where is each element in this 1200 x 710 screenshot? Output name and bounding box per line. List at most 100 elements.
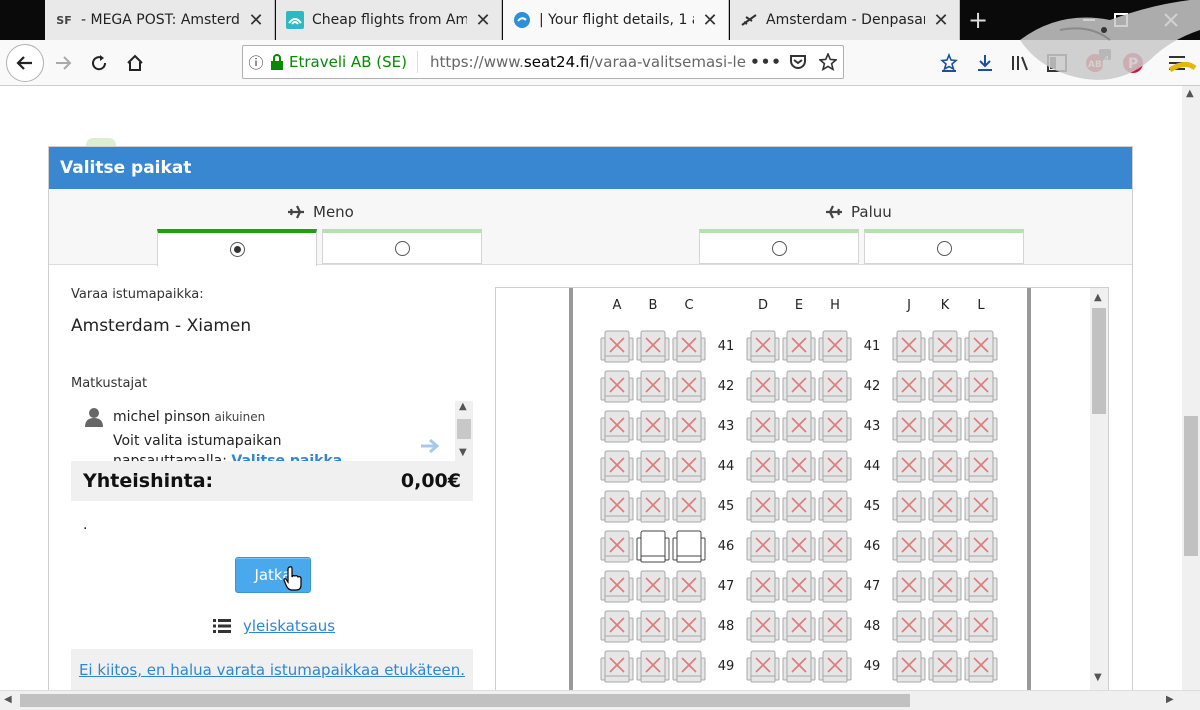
seat-unavailable <box>964 650 998 683</box>
total-label: Yhteishinta: <box>83 470 214 492</box>
seat-unavailable <box>818 330 852 363</box>
decline-seat-link[interactable]: Ei kiitos, en halua varata istumapaikkaa… <box>79 661 465 679</box>
seat-row-number: 48 <box>863 619 881 634</box>
forward-button[interactable] <box>46 46 80 80</box>
close-icon[interactable]: ✕ <box>702 10 718 31</box>
browser-tab[interactable]: Cheap flights from Amsterdam ✕ <box>276 0 502 40</box>
seat-unavailable <box>964 570 998 603</box>
arrow-right-icon[interactable] <box>419 437 441 459</box>
decline-box: Ei kiitos, en halua varata istumapaikkaa… <box>71 649 473 690</box>
outbound-segment-2-tab[interactable] <box>322 229 482 264</box>
seat-unavailable <box>746 410 780 443</box>
close-icon[interactable]: ✕ <box>248 10 264 31</box>
seat-unavailable <box>964 490 998 523</box>
seat-available[interactable] <box>636 530 670 564</box>
panel-title: Valitse paikat <box>49 147 1132 189</box>
outbound-segment-1-tab[interactable] <box>157 229 317 266</box>
info-icon[interactable]: ⓘ <box>243 52 269 73</box>
seat-unavailable <box>818 570 852 603</box>
reload-icon <box>92 55 107 71</box>
seat-unavailable <box>636 450 670 483</box>
seat-unavailable <box>928 530 962 563</box>
browser-tab[interactable]: SF - MEGA POST: Amsterdam ✕ <box>45 0 275 40</box>
segment-radio[interactable] <box>229 242 245 257</box>
seat-selection-panel: Valitse paikat Meno Paluu Varaa istumapa… <box>48 146 1133 690</box>
booking-details: Varaa istumapaikka: Amsterdam - Xiamen M… <box>71 287 475 690</box>
segment-radio[interactable] <box>394 240 410 256</box>
scroll-up-icon[interactable]: ▲ <box>1094 292 1102 303</box>
download-icon[interactable] <box>972 50 998 76</box>
select-seat-link[interactable]: Valitse paikka <box>231 453 342 461</box>
seat-unavailable <box>782 650 816 683</box>
back-button[interactable] <box>6 44 44 82</box>
overview-link-row[interactable]: yleiskatsaus <box>213 617 335 635</box>
seat-row-number: 45 <box>863 499 881 514</box>
seat-available[interactable] <box>672 530 706 564</box>
bookmarks-star-icon[interactable] <box>936 50 962 76</box>
seat-column-letter: H <box>830 298 840 313</box>
seat-column-letter: A <box>612 298 622 313</box>
seat-unavailable <box>746 650 780 683</box>
site-identity[interactable]: Etraveli AB (SE) <box>285 51 418 73</box>
seat-row-number: 41 <box>717 339 735 354</box>
new-tab-button[interactable]: + <box>962 4 994 36</box>
seat-row-number: 43 <box>863 419 881 434</box>
page-horizontal-scrollbar[interactable]: ◀ ▶ <box>0 690 1200 710</box>
airplane-icon <box>826 205 842 219</box>
seat-unavailable <box>964 530 998 563</box>
close-icon[interactable]: ✕ <box>933 10 949 31</box>
seat-row-number: 44 <box>717 459 735 474</box>
close-icon[interactable]: ✕ <box>475 10 491 31</box>
address-bar[interactable]: ⓘ Etraveli AB (SE) https://www.seat24.fi… <box>242 45 844 79</box>
seat-unavailable <box>636 410 670 443</box>
seat-unavailable <box>600 330 634 363</box>
page-actions-icon[interactable]: ••• <box>749 53 783 71</box>
return-segment-2-tab[interactable] <box>864 229 1024 264</box>
seat-unavailable <box>672 610 706 643</box>
seat-unavailable <box>818 410 852 443</box>
seat-row-number: 42 <box>717 379 735 394</box>
seat-map: ▲ ▼ A B C D E H J K L 41 41 42 42 43 43 44 44 45 45 46 46 47 4… <box>495 287 1109 690</box>
seat-unavailable <box>782 370 816 403</box>
segment-radio[interactable] <box>771 240 787 256</box>
seat-unavailable <box>746 610 780 643</box>
book-seat-label: Varaa istumapaikka: <box>71 287 204 302</box>
seat-unavailable <box>892 370 926 403</box>
seat-unavailable <box>892 330 926 363</box>
seat-unavailable <box>818 650 852 683</box>
seat-unavailable <box>818 490 852 523</box>
wifi-plane-icon <box>286 11 304 29</box>
seat-unavailable <box>818 370 852 403</box>
bookmark-star-icon[interactable] <box>813 53 843 71</box>
total-price-bar: Yhteishinta: 0,00€ <box>71 461 473 501</box>
segment-radio[interactable] <box>936 240 952 256</box>
scroll-down-icon[interactable]: ▼ <box>1094 672 1102 683</box>
seat-column-letter: L <box>977 298 985 313</box>
reload-button[interactable] <box>82 46 116 80</box>
seat-unavailable <box>672 330 706 363</box>
lock-icon <box>269 54 285 70</box>
seat-unavailable <box>636 370 670 403</box>
seat-row-number: 42 <box>863 379 881 394</box>
route-title: Amsterdam - Xiamen <box>71 316 252 336</box>
seat-unavailable <box>636 330 670 363</box>
seat-map-scrollbar[interactable]: ▲ ▼ <box>1090 288 1108 690</box>
seat-row-number: 43 <box>717 419 735 434</box>
url-text[interactable]: https://www.seat24.fi/varaa-valitsemasi-… <box>418 53 749 71</box>
seat-unavailable <box>818 610 852 643</box>
traveller-list-scrollbar[interactable]: ▲ ▼ <box>455 401 473 461</box>
page-vertical-scrollbar[interactable]: ▲ <box>1182 86 1200 690</box>
seat-unavailable <box>964 330 998 363</box>
seat-row-number: 47 <box>717 579 735 594</box>
home-button[interactable] <box>118 46 152 80</box>
seat-unavailable <box>746 490 780 523</box>
seat-unavailable <box>782 450 816 483</box>
browser-tab[interactable]: Amsterdam - Denpasar, 1( ✕ <box>730 0 960 40</box>
return-segment-1-tab[interactable] <box>699 229 859 264</box>
browser-tab-active[interactable]: | Your flight details, 1 aikuinen ✕ <box>503 0 729 40</box>
pocket-icon[interactable] <box>783 54 813 70</box>
seat-unavailable <box>636 650 670 683</box>
seat-unavailable <box>672 370 706 403</box>
seat-unavailable <box>892 650 926 683</box>
overview-link[interactable]: yleiskatsaus <box>243 617 335 635</box>
